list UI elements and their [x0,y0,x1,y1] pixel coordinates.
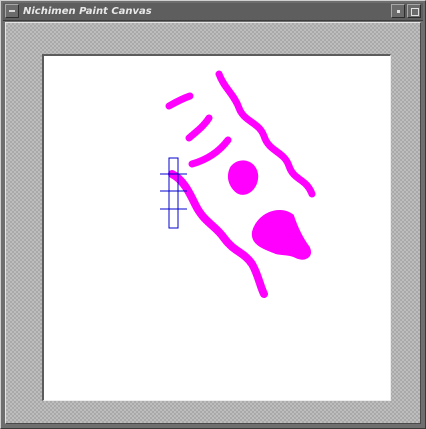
brush-blob [251,210,311,260]
title-bar[interactable]: Nichimen Paint Canvas [3,3,423,21]
brush-cursor-icon [160,157,187,229]
cursor-frame [168,157,179,229]
minimize-icon[interactable] [391,4,405,18]
paint-window: Nichimen Paint Canvas [0,0,426,429]
paint-canvas[interactable] [42,54,391,401]
paint-strokes [160,70,316,298]
window-menu-bar-glyph [9,10,15,12]
window-title: Nichimen Paint Canvas [23,6,152,17]
brush-blob [227,160,259,195]
brush-stroke [185,114,213,142]
minimize-glyph [397,10,400,13]
window-menu-icon[interactable] [5,4,19,18]
maximize-icon[interactable] [407,4,421,18]
client-area [5,22,421,424]
brush-stroke [165,92,194,110]
maximize-glyph [411,8,419,16]
brush-stroke [188,136,232,168]
